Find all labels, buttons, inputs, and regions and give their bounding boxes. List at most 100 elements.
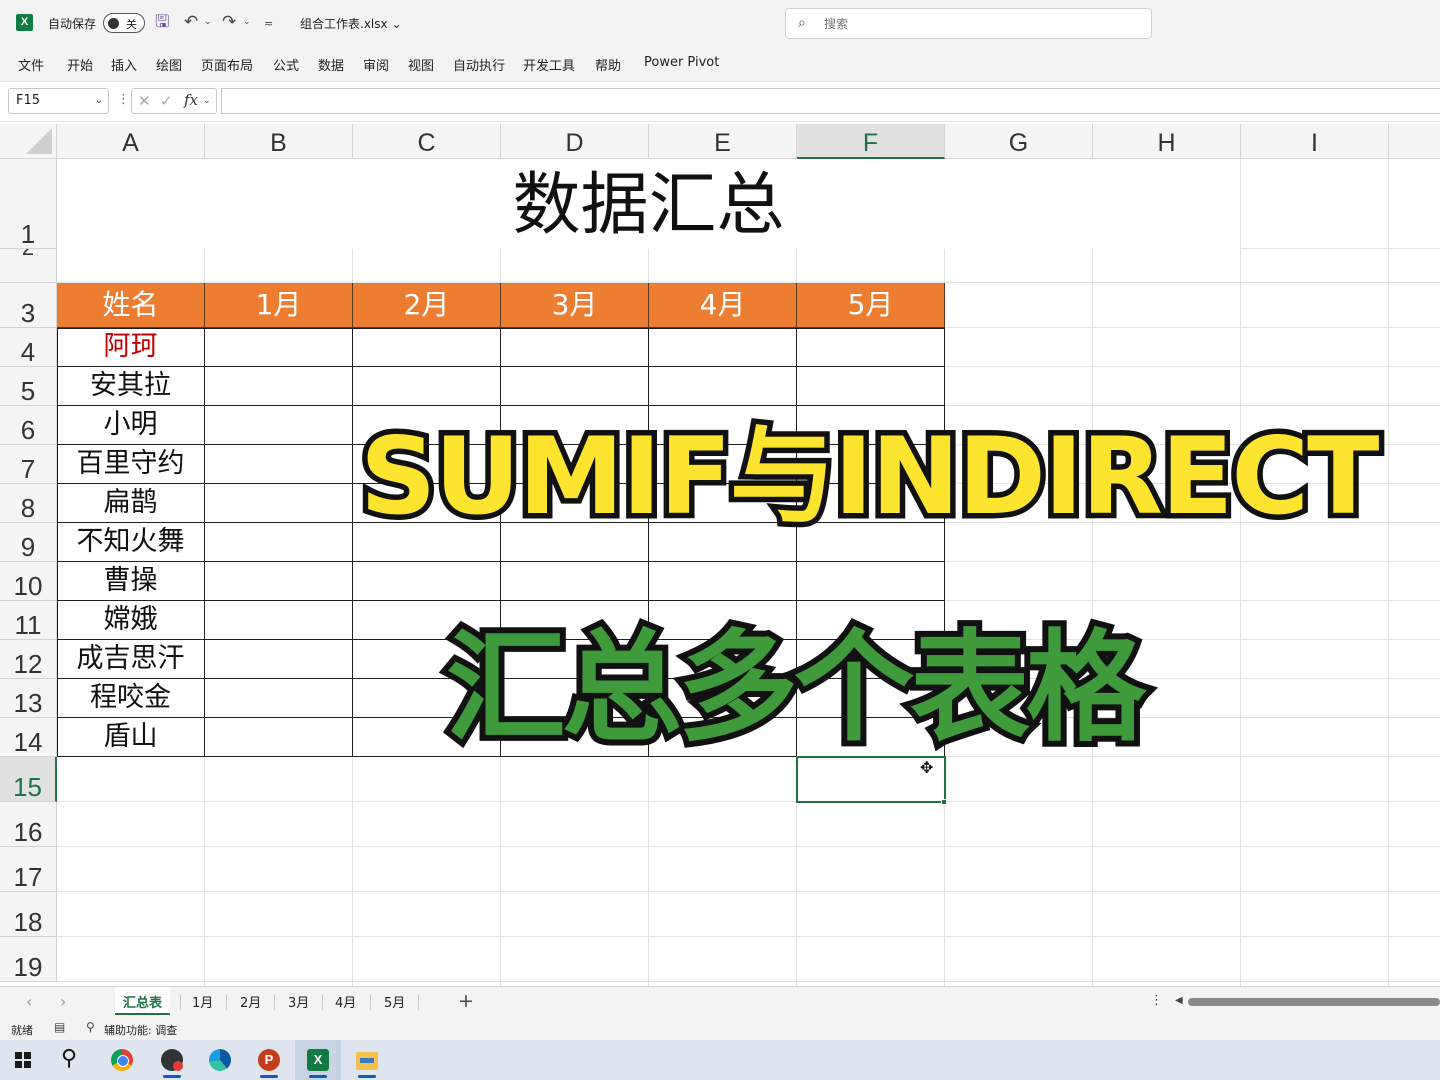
- redo-dropdown-icon[interactable]: ⌄: [243, 17, 251, 27]
- tab-page-layout[interactable]: 页面布局: [201, 55, 253, 74]
- accessibility-status[interactable]: 辅助功能: 调查: [104, 1022, 177, 1038]
- value-cell[interactable]: [205, 523, 353, 562]
- sheet-tab-mar[interactable]: 3月: [288, 992, 309, 1011]
- add-sheet-icon[interactable]: +: [458, 990, 474, 1012]
- tab-power-pivot[interactable]: Power Pivot: [644, 55, 719, 70]
- name-box[interactable]: F15 ⌄: [8, 88, 109, 114]
- value-cell[interactable]: [205, 484, 353, 523]
- name-cell[interactable]: 程咬金: [57, 679, 205, 718]
- scroll-left-icon[interactable]: ◀: [1175, 995, 1183, 1006]
- undo-dropdown-icon[interactable]: ⌄: [204, 17, 212, 27]
- value-cell[interactable]: [205, 328, 353, 367]
- tab-automate[interactable]: 自动执行: [453, 55, 505, 74]
- value-cell[interactable]: [501, 328, 649, 367]
- fill-handle[interactable]: [941, 799, 947, 805]
- value-cell[interactable]: [649, 328, 797, 367]
- select-all-button[interactable]: [0, 124, 57, 159]
- header-cell-month[interactable]: 1月: [205, 283, 353, 328]
- name-cell[interactable]: 成吉思汗: [57, 640, 205, 679]
- column-header-c[interactable]: C: [353, 124, 501, 159]
- row-header-4[interactable]: 4: [0, 328, 57, 367]
- column-header-d[interactable]: D: [501, 124, 649, 159]
- row-header-6[interactable]: 6: [0, 406, 57, 445]
- row-header-5[interactable]: 5: [0, 367, 57, 406]
- qat-more-icon[interactable]: ≂: [264, 14, 273, 34]
- header-cell-month[interactable]: 5月: [797, 283, 945, 328]
- row-header-19[interactable]: 19: [0, 937, 57, 982]
- tab-view[interactable]: 视图: [408, 55, 434, 74]
- name-cell[interactable]: 曹操: [57, 562, 205, 601]
- insert-function-icon[interactable]: fx: [184, 91, 198, 109]
- sheet-tab-may[interactable]: 5月: [384, 992, 405, 1011]
- column-header-f[interactable]: F: [797, 124, 945, 159]
- formula-input[interactable]: [221, 88, 1440, 114]
- cancel-icon[interactable]: ✕: [138, 92, 151, 110]
- value-cell[interactable]: [205, 718, 353, 757]
- row-header-10[interactable]: 10: [0, 562, 57, 601]
- sheet-tab-jan[interactable]: 1月: [192, 992, 213, 1011]
- taskbar-search-button[interactable]: ⚲: [48, 1040, 94, 1080]
- prev-sheet-icon[interactable]: ‹: [26, 992, 32, 1011]
- row-header-13[interactable]: 13: [0, 679, 57, 718]
- chevron-down-icon[interactable]: ⌄: [203, 96, 211, 106]
- taskbar-file-explorer[interactable]: [344, 1040, 390, 1080]
- save-icon[interactable]: 🖫: [155, 12, 169, 32]
- enter-icon[interactable]: ✓: [160, 92, 173, 110]
- sheet-tab-summary[interactable]: 汇总表: [115, 987, 171, 1015]
- tab-insert[interactable]: 插入: [111, 55, 137, 74]
- row-header-16[interactable]: 16: [0, 802, 57, 847]
- more-options-icon[interactable]: ⋮: [1150, 993, 1163, 1008]
- row-header-2[interactable]: 2: [0, 249, 57, 283]
- column-header-h[interactable]: H: [1093, 124, 1241, 159]
- autosave-toggle[interactable]: 关: [103, 13, 145, 33]
- search-box[interactable]: ⌕: [785, 8, 1152, 39]
- next-sheet-icon[interactable]: ›: [60, 992, 66, 1011]
- name-cell[interactable]: 安其拉: [57, 367, 205, 406]
- row-header-3[interactable]: 3: [0, 283, 57, 328]
- value-cell[interactable]: [205, 406, 353, 445]
- value-cell[interactable]: [797, 328, 945, 367]
- file-name[interactable]: 组合工作表.xlsx ⌄: [300, 15, 402, 32]
- header-cell-name[interactable]: 姓名: [57, 283, 205, 328]
- tab-draw[interactable]: 绘图: [156, 55, 182, 74]
- row-header-11[interactable]: 11: [0, 601, 57, 640]
- name-cell[interactable]: 百里守约: [57, 445, 205, 484]
- sheet-title[interactable]: 数据汇总: [57, 159, 1240, 249]
- tab-data[interactable]: 数据: [318, 55, 344, 74]
- tab-formulas[interactable]: 公式: [273, 55, 299, 74]
- worksheet-grid[interactable]: A B C D E F G H I 1 2 3 4 5 6 7 8 9 10 1…: [0, 124, 1440, 986]
- column-header-b[interactable]: B: [205, 124, 353, 159]
- name-cell[interactable]: 扁鹊: [57, 484, 205, 523]
- column-header-g[interactable]: G: [945, 124, 1093, 159]
- name-cell[interactable]: 盾山: [57, 718, 205, 757]
- tab-help[interactable]: 帮助: [595, 55, 621, 74]
- row-header-8[interactable]: 8: [0, 484, 57, 523]
- tab-home[interactable]: 开始: [67, 55, 93, 74]
- row-header-12[interactable]: 12: [0, 640, 57, 679]
- taskbar-capture-app[interactable]: [149, 1040, 195, 1080]
- tab-developer[interactable]: 开发工具: [523, 55, 575, 74]
- taskbar-edge[interactable]: [197, 1040, 243, 1080]
- row-header-14[interactable]: 14: [0, 718, 57, 757]
- column-header-a[interactable]: A: [57, 124, 205, 159]
- tab-file[interactable]: 文件: [18, 55, 44, 74]
- horizontal-scrollbar[interactable]: [1188, 998, 1440, 1006]
- header-cell-month[interactable]: 4月: [649, 283, 797, 328]
- sheet-tab-feb[interactable]: 2月: [240, 992, 261, 1011]
- chevron-down-icon[interactable]: ⌄: [95, 89, 103, 113]
- header-cell-month[interactable]: 2月: [353, 283, 501, 328]
- accessibility-icon[interactable]: ⚲: [86, 1020, 95, 1034]
- search-input[interactable]: [824, 15, 1124, 33]
- value-cell[interactable]: [205, 640, 353, 679]
- name-cell[interactable]: 嫦娥: [57, 601, 205, 640]
- column-header-j[interactable]: [1389, 124, 1440, 159]
- value-cell[interactable]: [205, 562, 353, 601]
- taskbar-chrome[interactable]: [99, 1040, 145, 1080]
- value-cell[interactable]: [205, 679, 353, 718]
- macro-recorder-icon[interactable]: ▤: [54, 1020, 65, 1034]
- row-header-15[interactable]: 15: [0, 757, 57, 802]
- header-cell-month[interactable]: 3月: [501, 283, 649, 328]
- taskbar-excel[interactable]: X: [295, 1040, 341, 1080]
- name-cell[interactable]: 不知火舞: [57, 523, 205, 562]
- row-header-1[interactable]: 1: [0, 159, 57, 249]
